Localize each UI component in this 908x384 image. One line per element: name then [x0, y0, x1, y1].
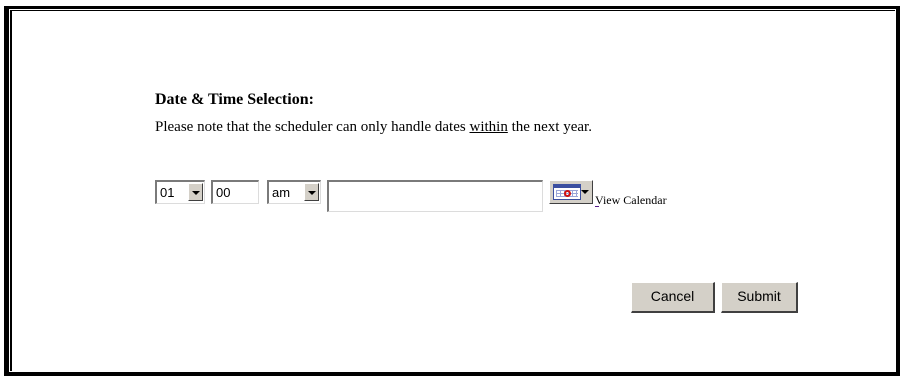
view-calendar-label: View Calendar — [595, 193, 667, 207]
calendar-dropdown-button[interactable] — [549, 180, 593, 204]
note-text-end: the next year. — [507, 119, 592, 135]
minute-input[interactable]: 00 — [211, 180, 259, 204]
hour-select[interactable]: 01 — [155, 180, 205, 204]
scheduler-note: Please note that the scheduler can only … — [155, 119, 592, 136]
section-title: Date & Time Selection: — [155, 91, 314, 108]
chevron-down-icon — [581, 190, 589, 194]
chevron-down-icon[interactable] — [304, 183, 319, 201]
ampm-select[interactable]: am — [267, 180, 321, 204]
note-emphasis: within — [469, 119, 508, 135]
submit-button[interactable]: Submit — [721, 282, 798, 313]
cancel-button[interactable]: Cancel — [631, 282, 715, 313]
minute-value: 00 — [216, 185, 231, 200]
chevron-down-icon[interactable] — [188, 183, 203, 201]
hour-value: 01 — [160, 185, 175, 200]
view-calendar-link[interactable]: View Calendar — [595, 193, 667, 208]
date-input[interactable] — [327, 180, 543, 212]
calendar-icon — [553, 184, 581, 200]
ampm-value: am — [272, 185, 291, 200]
note-text-start: Please note that the scheduler can only … — [155, 119, 470, 135]
